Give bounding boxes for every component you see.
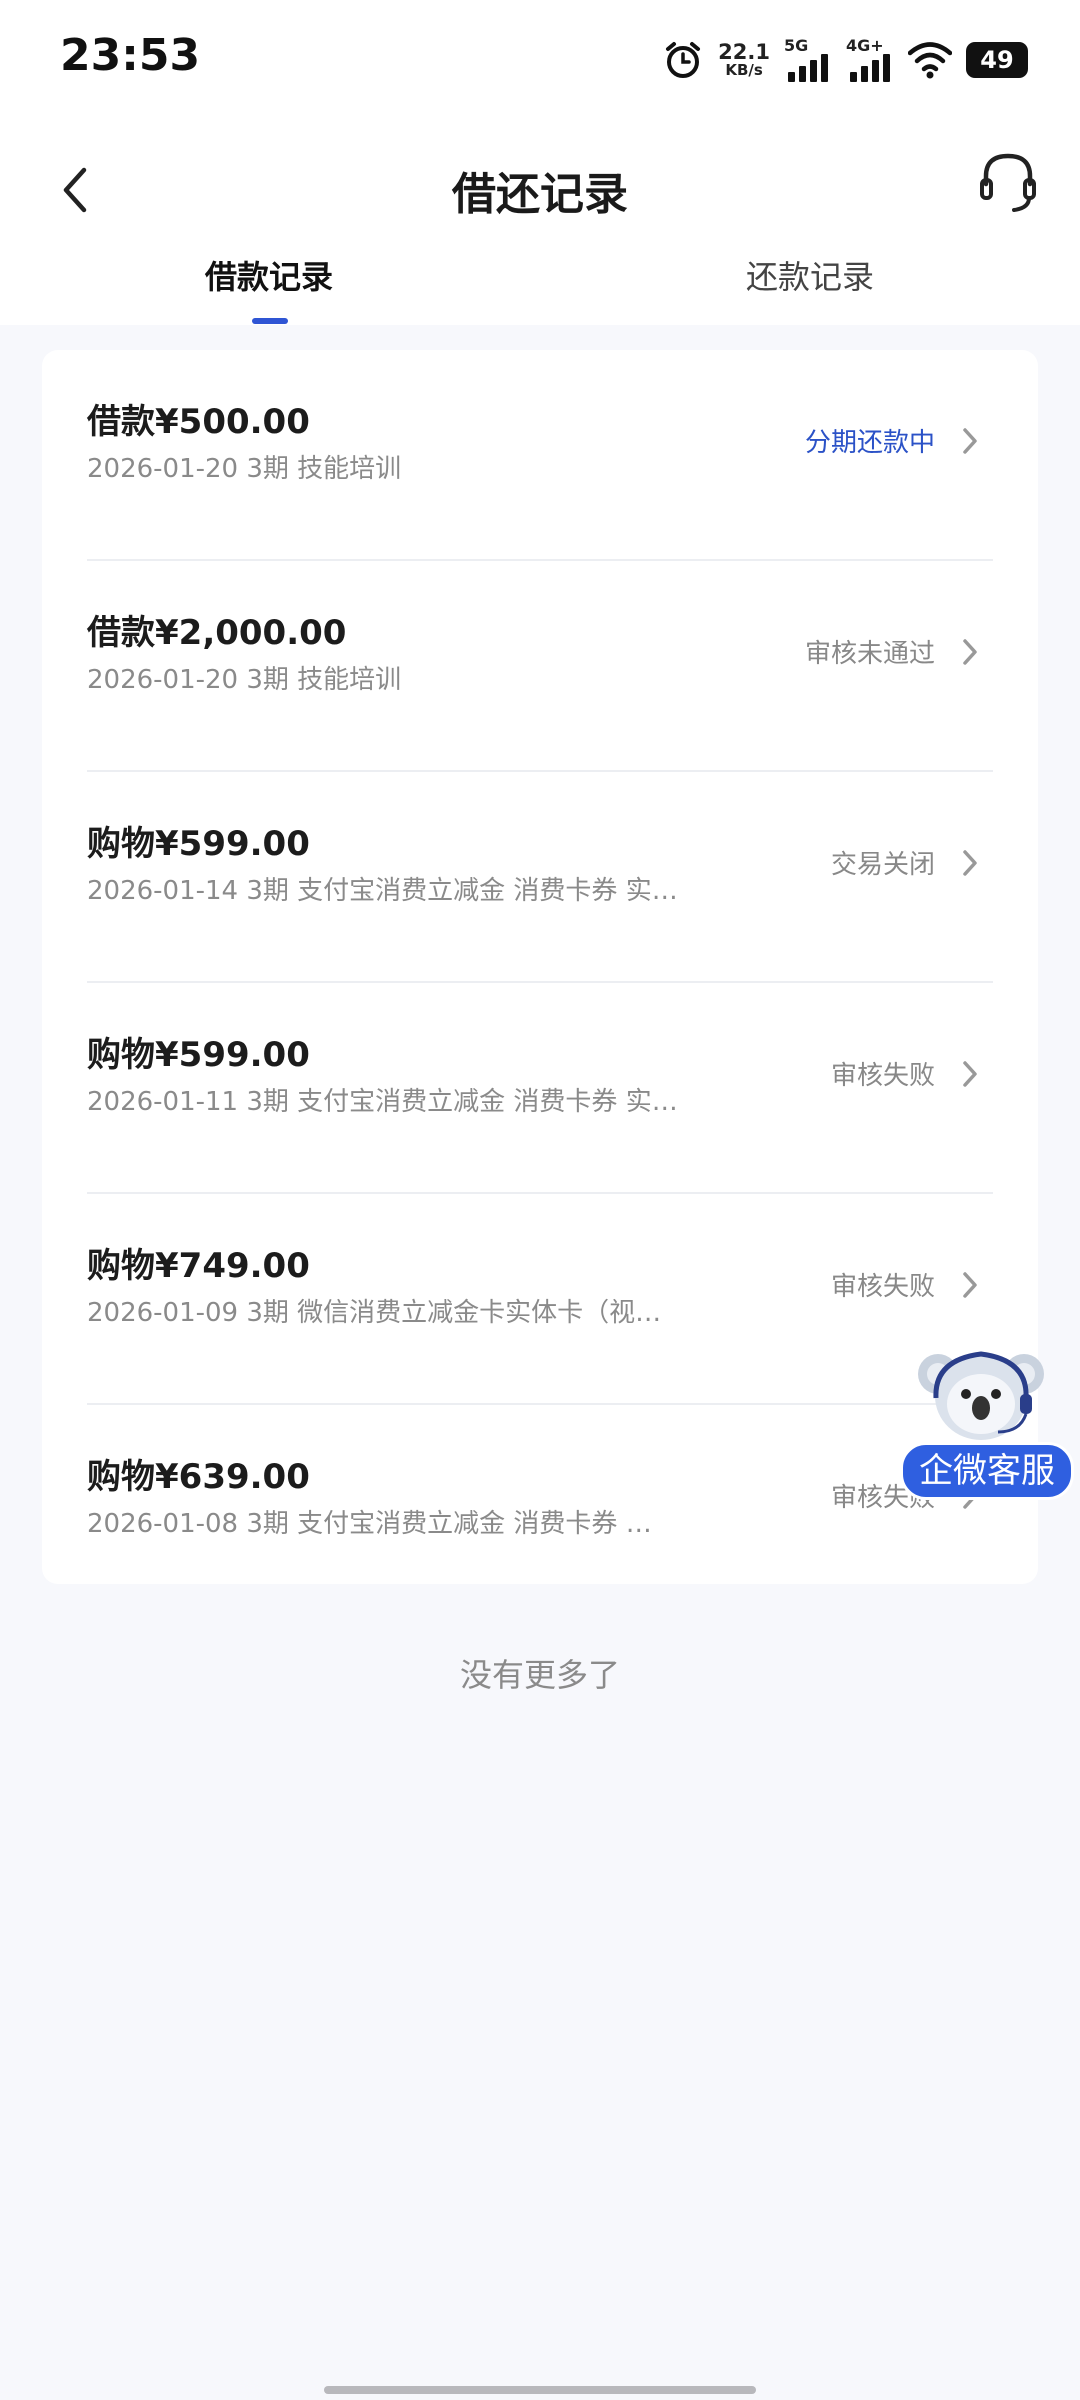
nav-bar: 借还记录 借款记录 还款记录 [0, 120, 1080, 325]
home-indicator[interactable] [324, 2386, 756, 2394]
record-status: 审核失败 [830, 1061, 935, 1091]
active-tab-indicator [252, 318, 288, 324]
record-row[interactable]: 购物¥749.00 2026-01-09 3期 微信消费立减金卡实体卡（视… 审… [87, 1194, 993, 1405]
record-description: 2026-01-20 3期 技能培训 [87, 454, 402, 484]
record-status: 审核失败 [830, 1272, 935, 1302]
page-title: 借还记录 [452, 169, 628, 220]
signal-sim1-icon: 5G [784, 36, 832, 82]
record-status: 分期还款中 [804, 428, 935, 458]
tab-borrow-records[interactable]: 借款记录 [205, 252, 333, 298]
chevron-right-icon [963, 1061, 977, 1087]
record-amount: 借款¥2,000.00 [87, 613, 347, 653]
chevron-right-icon [963, 428, 977, 454]
chevron-right-icon [963, 1272, 977, 1298]
record-amount: 购物¥599.00 [87, 824, 310, 864]
wecom-service-label: 企微客服 [900, 1442, 1074, 1500]
records-card: 借款¥500.00 2026-01-20 3期 技能培训 分期还款中 借款¥2,… [42, 350, 1038, 1584]
record-row[interactable]: 借款¥2,000.00 2026-01-20 3期 技能培训 审核未通过 [87, 561, 993, 772]
wifi-icon [908, 42, 952, 79]
record-amount: 购物¥599.00 [87, 1035, 310, 1075]
record-description: 2026-01-14 3期 支付宝消费立减金 消费卡券 实… [87, 876, 678, 906]
status-bar: 23:53 22.1 KB/s 5G 4G+ 49 [0, 0, 1080, 120]
wecom-service-float-button[interactable]: 企微客服 [896, 1340, 1080, 1510]
net-speed-unit: KB/s [725, 61, 763, 79]
battery-level: 49 [980, 46, 1014, 74]
net-speed-value: 22.1 [718, 40, 770, 64]
record-description: 2026-01-09 3期 微信消费立减金卡实体卡（视… [87, 1298, 662, 1328]
chevron-right-icon [963, 639, 977, 665]
sim1-label: 5G [784, 36, 809, 55]
chevron-right-icon [963, 850, 977, 876]
record-amount: 购物¥749.00 [87, 1246, 310, 1286]
net-speed: 22.1 KB/s [718, 42, 770, 78]
record-row[interactable]: 购物¥599.00 2026-01-11 3期 支付宝消费立减金 消费卡券 实…… [87, 983, 993, 1194]
koala-mascot-icon [918, 1351, 1044, 1440]
record-description: 2026-01-11 3期 支付宝消费立减金 消费卡券 实… [87, 1087, 678, 1117]
status-icons: 22.1 KB/s 5G 4G+ 49 [662, 30, 1028, 90]
record-row[interactable]: 购物¥599.00 2026-01-14 3期 支付宝消费立减金 消费卡券 实…… [87, 772, 993, 983]
battery-icon: 49 [966, 42, 1028, 78]
alarm-icon [666, 42, 701, 78]
record-amount: 购物¥639.00 [87, 1457, 310, 1497]
record-description: 2026-01-08 3期 支付宝消费立减金 消费卡券 … [87, 1509, 652, 1539]
record-description: 2026-01-20 3期 技能培训 [87, 665, 402, 695]
no-more-text: 没有更多了 [459, 1656, 620, 1694]
record-row[interactable]: 购物¥639.00 2026-01-08 3期 支付宝消费立减金 消费卡券 … … [87, 1405, 993, 1616]
tab-repay-records[interactable]: 还款记录 [746, 252, 874, 298]
headset-icon[interactable] [978, 150, 1038, 216]
record-status: 审核未通过 [804, 639, 935, 669]
record-amount: 借款¥500.00 [87, 402, 310, 442]
sim2-label: 4G+ [846, 36, 884, 55]
record-status: 交易关闭 [830, 850, 935, 880]
status-time: 23:53 [60, 30, 201, 81]
signal-sim2-icon: 4G+ [846, 36, 894, 82]
record-row[interactable]: 借款¥500.00 2026-01-20 3期 技能培训 分期还款中 [87, 350, 993, 561]
